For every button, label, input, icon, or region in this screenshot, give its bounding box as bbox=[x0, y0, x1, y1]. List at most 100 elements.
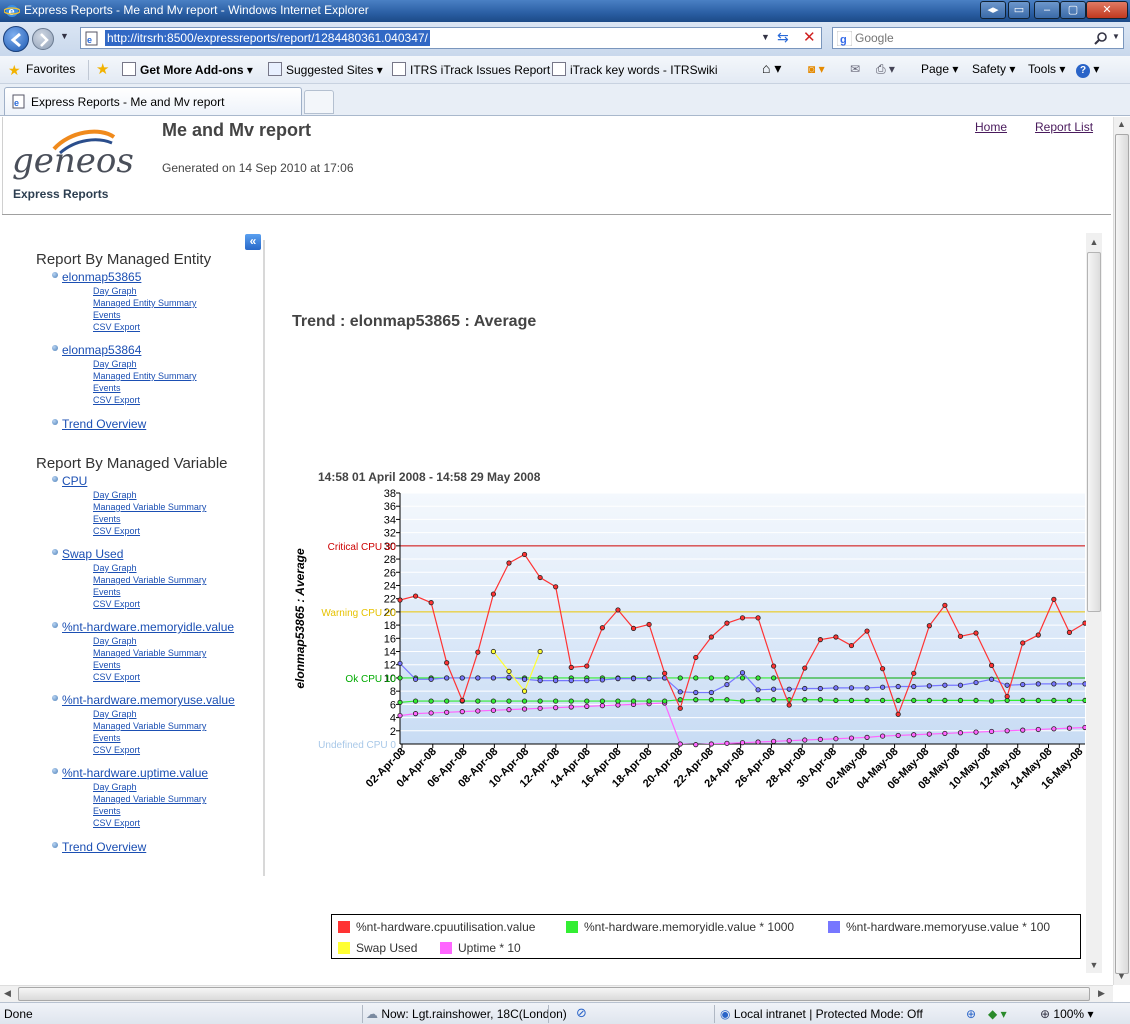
page-menu[interactable]: Page ▾ bbox=[921, 62, 958, 76]
nav-csv-export[interactable]: CSV Export bbox=[93, 526, 140, 536]
search-icon[interactable] bbox=[1093, 31, 1109, 47]
search-input[interactable] bbox=[855, 30, 1095, 46]
forward-button[interactable] bbox=[32, 28, 54, 50]
window-vertical-scrollbar[interactable]: ▲ ▼ bbox=[1113, 117, 1130, 985]
nav-csv-export[interactable]: CSV Export bbox=[93, 322, 140, 332]
data-point bbox=[599, 703, 605, 709]
compatibility-icon[interactable]: ⊘ bbox=[576, 1005, 587, 1021]
scroll-left-icon[interactable]: ◀ bbox=[4, 988, 11, 999]
address-bar[interactable]: e http://itrsrh:8500/expressreports/repo… bbox=[80, 27, 822, 49]
back-forward-menu-button[interactable]: ◂▸ bbox=[980, 1, 1006, 19]
security-zone[interactable]: ◉ Local intranet | Protected Mode: Off bbox=[720, 1007, 923, 1021]
tools-menu-label: Tools bbox=[1028, 62, 1057, 76]
geneos-logo: geneos Express Reports bbox=[12, 127, 134, 201]
favorites-button[interactable]: ★ Favorites bbox=[8, 62, 75, 77]
home-link[interactable]: Home bbox=[975, 120, 1007, 134]
nav-events[interactable]: Events bbox=[93, 310, 121, 320]
new-tab-button[interactable] bbox=[304, 90, 334, 114]
window-restore-button[interactable]: ▭ bbox=[1008, 1, 1030, 19]
nav-events[interactable]: Events bbox=[93, 806, 121, 816]
nav-variable-swap-used[interactable]: Swap Used bbox=[62, 547, 123, 561]
nav-variable-memoryuse[interactable]: %nt-hardware.memoryuse.value bbox=[62, 693, 235, 707]
nav-day-graph[interactable]: Day Graph bbox=[93, 709, 137, 719]
nav-variable-summary[interactable]: Managed Variable Summary bbox=[93, 502, 206, 512]
help-icon[interactable]: ? ▾ bbox=[1076, 62, 1099, 78]
nav-entity-elonmap53865[interactable]: elonmap53865 bbox=[62, 270, 141, 284]
y-tick-label: 32 bbox=[384, 528, 396, 540]
safety-menu[interactable]: Safety ▾ bbox=[972, 62, 1015, 76]
search-options-icon[interactable]: ▼ bbox=[1112, 32, 1120, 41]
scroll-down-icon[interactable]: ▼ bbox=[1117, 971, 1126, 981]
data-point bbox=[568, 664, 574, 670]
addon-icon[interactable]: ◆ ▾ bbox=[988, 1007, 1007, 1021]
zoom-control[interactable]: ⊕ 100% ▾ bbox=[1040, 1007, 1093, 1021]
back-button[interactable] bbox=[3, 26, 29, 52]
stop-icon[interactable]: ✕ bbox=[803, 28, 816, 46]
maximize-button[interactable]: ▢ bbox=[1060, 1, 1086, 19]
nav-day-graph[interactable]: Day Graph bbox=[93, 782, 137, 792]
tab-express-reports[interactable]: e Express Reports - Me and Mv report bbox=[4, 87, 302, 115]
nav-csv-export[interactable]: CSV Export bbox=[93, 395, 140, 405]
nav-day-graph[interactable]: Day Graph bbox=[93, 359, 137, 369]
fav-suggested-sites[interactable]: Suggested Sites ▾ bbox=[268, 62, 383, 77]
report-list-link[interactable]: Report List bbox=[1035, 120, 1093, 134]
data-point bbox=[911, 670, 917, 676]
nav-csv-export[interactable]: CSV Export bbox=[93, 672, 140, 682]
scroll-up-icon[interactable]: ▲ bbox=[1117, 119, 1126, 129]
scroll-right-icon[interactable]: ▶ bbox=[1098, 988, 1105, 999]
close-button[interactable]: ✕ bbox=[1086, 1, 1128, 19]
data-point bbox=[942, 682, 948, 688]
home-icon[interactable]: ⌂ ▾ bbox=[762, 60, 781, 77]
print-icon[interactable]: ⎙ ▾ bbox=[876, 62, 895, 77]
nav-day-graph[interactable]: Day Graph bbox=[93, 563, 137, 573]
content-scrollbar[interactable]: ▲ ▼ bbox=[1086, 233, 1102, 973]
nav-trend-overview[interactable]: Trend Overview bbox=[62, 840, 146, 854]
nav-events[interactable]: Events bbox=[93, 383, 121, 393]
scroll-up-icon[interactable]: ▲ bbox=[1086, 234, 1102, 250]
data-point bbox=[615, 676, 621, 682]
nav-trend-overview[interactable]: Trend Overview bbox=[62, 417, 146, 431]
nav-events[interactable]: Events bbox=[93, 514, 121, 524]
recent-pages-dropdown-icon[interactable]: ▼ bbox=[60, 31, 69, 41]
minimize-button[interactable]: – bbox=[1034, 1, 1060, 19]
add-favorite-icon[interactable]: ★ bbox=[96, 60, 109, 78]
nav-csv-export[interactable]: CSV Export bbox=[93, 745, 140, 755]
nav-csv-export[interactable]: CSV Export bbox=[93, 599, 140, 609]
address-dropdown-icon[interactable]: ▼ bbox=[761, 32, 770, 42]
nav-variable-summary[interactable]: Managed Variable Summary bbox=[93, 575, 206, 585]
nav-day-graph[interactable]: Day Graph bbox=[93, 490, 137, 500]
nav-events[interactable]: Events bbox=[93, 733, 121, 743]
fav-itrack-keywords[interactable]: iTrack key words - ITRSwiki bbox=[552, 62, 718, 77]
nav-variable-cpu[interactable]: CPU bbox=[62, 474, 87, 488]
window-horizontal-scrollbar[interactable]: ◀ ▶ bbox=[0, 985, 1113, 1002]
refresh-icon[interactable]: ⇆ bbox=[777, 29, 789, 46]
ie-page-icon bbox=[392, 62, 406, 76]
nav-variable-uptime[interactable]: %nt-hardware.uptime.value bbox=[62, 766, 208, 780]
fav-itrs-itrack[interactable]: ITRS iTrack Issues Report bbox=[392, 62, 550, 77]
nav-entity-summary[interactable]: Managed Entity Summary bbox=[93, 371, 197, 381]
fav-get-more-addons[interactable]: Get More Add-ons ▾ bbox=[122, 62, 253, 77]
scroll-down-icon[interactable]: ▼ bbox=[1086, 957, 1102, 973]
data-point bbox=[771, 697, 777, 703]
nav-variable-summary[interactable]: Managed Variable Summary bbox=[93, 648, 206, 658]
url-text[interactable]: http://itrsrh:8500/expressreports/report… bbox=[105, 30, 430, 46]
nav-entity-summary[interactable]: Managed Entity Summary bbox=[93, 298, 197, 308]
collapse-nav-button[interactable]: « bbox=[245, 234, 261, 250]
nav-events[interactable]: Events bbox=[93, 587, 121, 597]
nav-csv-export[interactable]: CSV Export bbox=[93, 818, 140, 828]
nav-entity-elonmap53864[interactable]: elonmap53864 bbox=[62, 343, 141, 357]
scroll-thumb[interactable] bbox=[18, 987, 1090, 1001]
mail-icon[interactable]: ✉ bbox=[850, 62, 860, 76]
nav-variable-summary[interactable]: Managed Variable Summary bbox=[93, 794, 206, 804]
nav-events[interactable]: Events bbox=[93, 660, 121, 670]
nav-variable-memoryidle[interactable]: %nt-hardware.memoryidle.value bbox=[62, 620, 234, 634]
search-box[interactable]: g ▼ bbox=[832, 27, 1124, 49]
scroll-thumb[interactable] bbox=[1115, 134, 1129, 974]
scroll-thumb[interactable] bbox=[1087, 252, 1101, 612]
protected-mode-icon[interactable]: ⊕ bbox=[966, 1007, 976, 1021]
nav-day-graph[interactable]: Day Graph bbox=[93, 636, 137, 646]
feeds-icon[interactable]: ◙ ▾ bbox=[808, 62, 825, 76]
nav-variable-summary[interactable]: Managed Variable Summary bbox=[93, 721, 206, 731]
tools-menu[interactable]: Tools ▾ bbox=[1028, 62, 1065, 76]
nav-day-graph[interactable]: Day Graph bbox=[93, 286, 137, 296]
